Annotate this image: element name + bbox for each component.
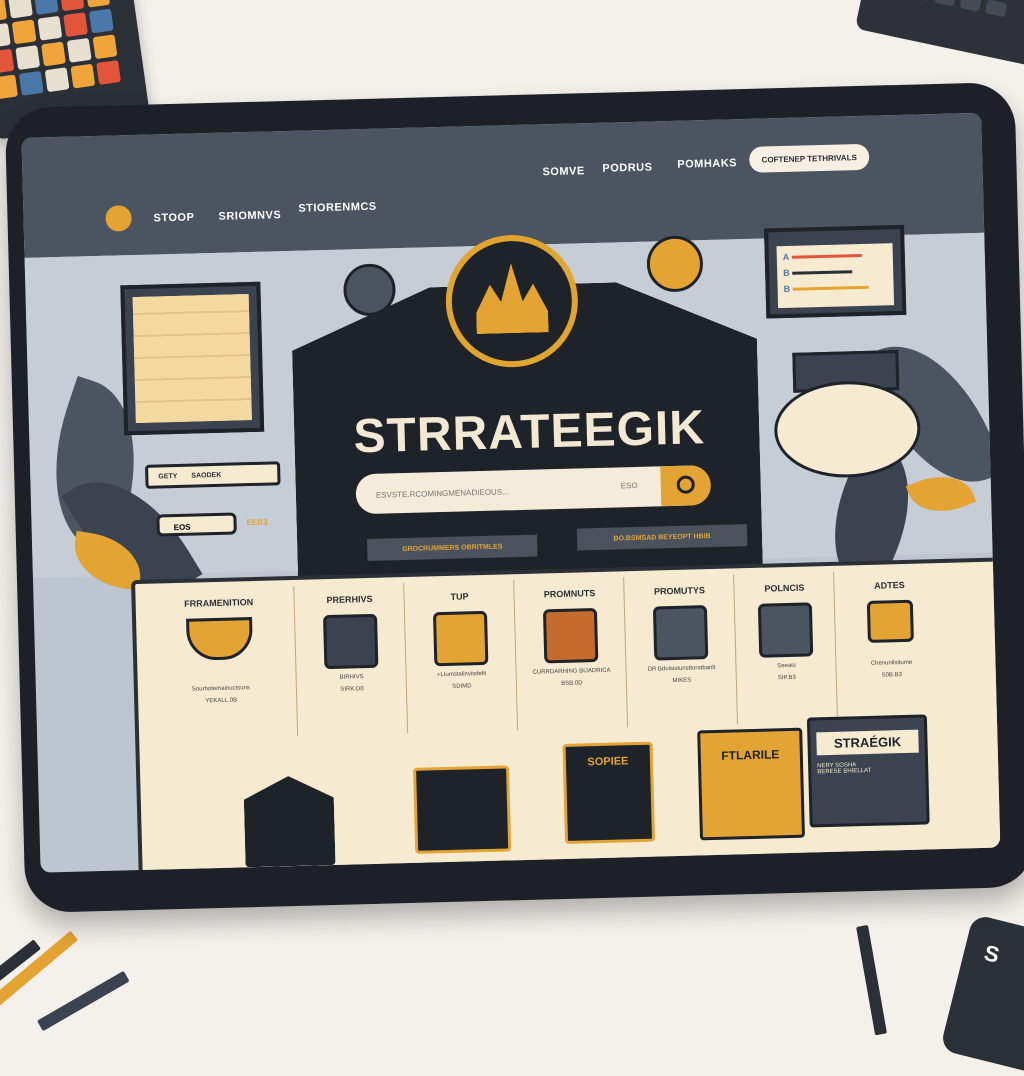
category-card-previews[interactable]: PRERHIVS BIRHIVS SIRK.D0 xyxy=(293,583,409,736)
category-title: PRERHIVS xyxy=(326,593,373,606)
category-card-adtes[interactable]: ADTES Chenunilsitume S0B.B3 xyxy=(833,568,948,722)
category-price: SDIMD xyxy=(452,683,472,690)
dice-icon xyxy=(757,602,814,658)
category-title: ADTES xyxy=(874,579,905,591)
category-sub: Seeats xyxy=(777,662,796,670)
cards-icon xyxy=(323,613,379,670)
category-sub: DR Bdulsistunsttoratbanlt xyxy=(647,664,716,673)
nav-link-pomhaks[interactable]: POMHAKS xyxy=(677,157,737,171)
featured-card-board[interactable] xyxy=(413,765,512,854)
category-sub: CURRDARHING BIJADRICA xyxy=(532,667,611,676)
tile-icon xyxy=(432,610,489,667)
category-price: BSB.0D xyxy=(561,680,583,687)
label-a: GETY xyxy=(158,472,178,480)
badge: EEB3 xyxy=(246,517,268,528)
search-input[interactable] xyxy=(373,466,639,515)
category-sub: Sourhotemainuctsuns xyxy=(191,685,250,693)
category-sub: Chenunilsitume xyxy=(870,659,913,667)
stats-screen: A B B xyxy=(776,243,895,309)
puzzle-grid xyxy=(132,294,252,424)
featured-card-sopiee[interactable]: SOPIEE xyxy=(562,741,656,844)
category-price: MIKES xyxy=(672,677,692,685)
category-card-top[interactable]: TUP +LIumstalinvisdelit SDIMD xyxy=(403,580,519,734)
nav-link-store[interactable]: STOOP xyxy=(153,211,194,224)
category-card-promnuts[interactable]: PROMNUTS CURRDARHING BIJADRICA BSB.0D xyxy=(513,577,629,731)
pencil-icon xyxy=(37,970,130,1032)
featured-card-strategik[interactable]: STRAÉGIK NERY SOSHA BERESE BHIELLAT xyxy=(806,714,930,828)
tag-pill-left[interactable]: GROCRUMMERS OBRITMLES xyxy=(367,534,538,562)
category-sub: BIRHIVS xyxy=(339,674,364,681)
category-card-trophies[interactable]: FRRAMENITION Sourhotemainuctsuns YEKALL.… xyxy=(143,586,297,740)
category-title: TUP xyxy=(450,591,469,602)
decorative-phone: S xyxy=(939,913,1024,1076)
category-title: POLNCIS xyxy=(764,582,805,594)
category-title: PROMUTYS xyxy=(653,585,706,597)
featured-sub: NERY SOSHA BERESE BHIELLAT xyxy=(817,762,872,776)
search-button[interactable] xyxy=(660,465,712,507)
tablet-screen: STOOP SRIOMNVS STIORENMCS SOMVE PODRUS P… xyxy=(21,112,1001,873)
category-price: SIP.B3 xyxy=(777,674,796,682)
badge-icon xyxy=(542,608,599,664)
pencil-icon xyxy=(856,924,888,1036)
brand-title: STRRATEEGIK xyxy=(352,401,706,464)
search-hint: ESO xyxy=(620,480,638,491)
nav-link-some[interactable]: SOMVE xyxy=(542,165,585,178)
featured-card-ftlarile[interactable]: FTLARILE xyxy=(697,727,806,841)
category-card-polncis[interactable]: POLNCIS Seeats SIP.B3 xyxy=(733,571,838,725)
stats-row: A xyxy=(783,249,887,262)
category-title: PROMNUTS xyxy=(543,588,596,600)
crown-icon xyxy=(475,262,549,334)
small-input[interactable]: EOS xyxy=(156,512,237,537)
stats-row: B xyxy=(784,281,888,294)
nav-link-services[interactable]: SRIOMNVS xyxy=(218,209,281,223)
decorative-keyboard xyxy=(854,0,1024,71)
nav-cta-button[interactable]: COFTENEP TETHRIVALS xyxy=(748,143,870,173)
logo-gear-icon[interactable] xyxy=(105,205,132,232)
tablet-device: STOOP SRIOMNVS STIORENMCS SOMVE PODRUS P… xyxy=(4,81,1024,914)
cube-icon xyxy=(652,605,709,661)
stats-monitor[interactable]: A B B xyxy=(764,224,907,319)
category-price: SIRK.D0 xyxy=(340,686,364,693)
trophy-icon xyxy=(186,617,254,661)
label-b: SAODEK xyxy=(191,471,222,480)
category-card-promutys[interactable]: PROMUTYS DR Bdulsistunsttoratbanlt MIKES xyxy=(623,574,739,728)
stats-row: B xyxy=(783,265,887,278)
featured-title: STRAÉGIK xyxy=(816,729,919,756)
puzzle-board-banner[interactable] xyxy=(120,281,265,436)
search-icon xyxy=(676,474,695,494)
tag-pill-right[interactable]: BO.BSMSAD BEYEOPT HBIB xyxy=(576,524,748,551)
nav-link-products[interactable]: PODRUS xyxy=(602,161,652,174)
category-price: YEKALL.0B xyxy=(205,697,238,705)
nav-link-stores[interactable]: STIORENMCS xyxy=(298,201,377,215)
phone-text: S xyxy=(981,939,1002,968)
category-title: FRRAMENITION xyxy=(184,597,254,609)
category-sub: +LIumstalinvisdelit xyxy=(436,670,487,679)
label-bar: GETY SAODEK xyxy=(145,461,281,489)
block-icon xyxy=(866,599,914,643)
category-price: S0B.B3 xyxy=(881,672,903,679)
